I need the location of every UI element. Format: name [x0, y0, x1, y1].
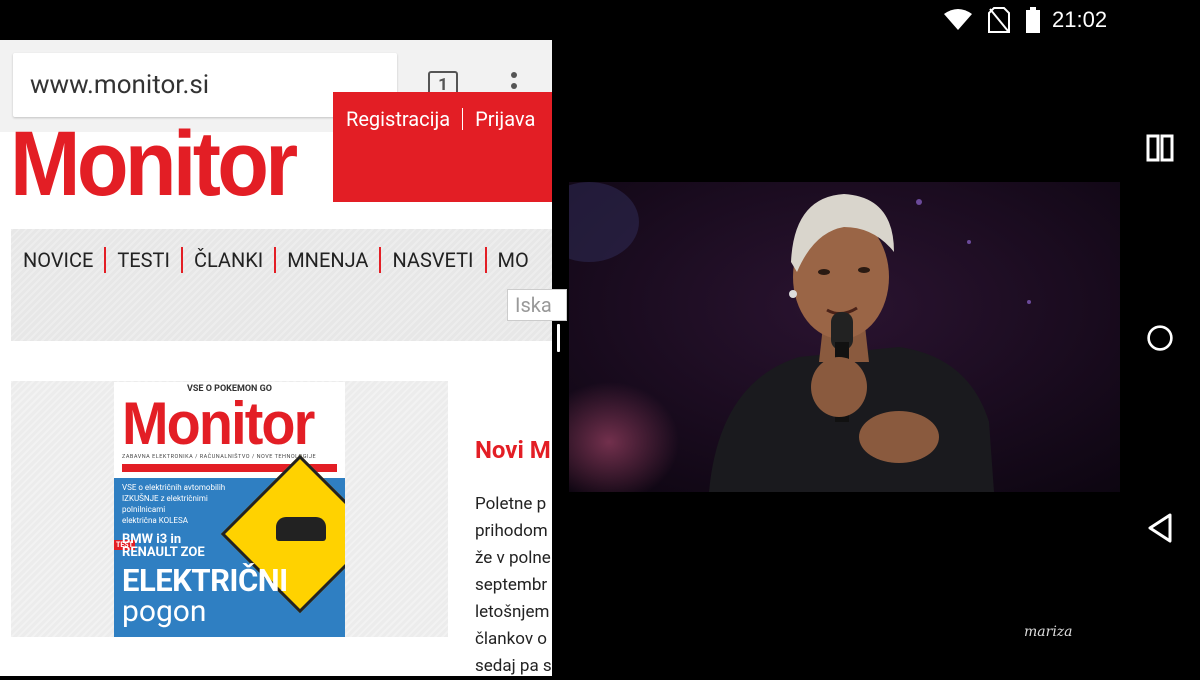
no-sim-icon: [988, 7, 1010, 33]
site-nav: NOVICE TESTI ČLANKI MNENJA NASVETI MO: [11, 229, 552, 341]
cover-lines: VSE o električnih avtomobilih IZKUŠNJE z…: [122, 483, 226, 525]
wifi-icon: [944, 9, 972, 30]
nav-item-more[interactable]: MO: [498, 248, 529, 272]
split-screen-handle[interactable]: [557, 324, 560, 352]
login-link[interactable]: Prijava: [475, 107, 535, 131]
cover-headline: ELEKTRIČNI: [122, 562, 288, 599]
system-nav-bar: [1120, 40, 1200, 676]
article-text: Poletne p prihodom že v polne septembr l…: [475, 494, 552, 676]
search-input[interactable]: Iska: [507, 289, 567, 321]
cover-subtitle: ZABAVNA ELEKTRONIKA / RAČUNALNIŠTVO / NO…: [122, 454, 317, 460]
nav-item-clanki[interactable]: ČLANKI: [194, 248, 263, 272]
site-logo[interactable]: Monitor: [10, 118, 298, 210]
back-icon[interactable]: [1146, 513, 1174, 543]
home-icon[interactable]: [1146, 324, 1174, 352]
cover-bmw: BMW i3 in RENAULT ZOE: [122, 532, 205, 560]
register-link[interactable]: Registracija: [346, 107, 450, 131]
article-title[interactable]: Novi M: [475, 436, 551, 464]
magazine-cover[interactable]: VSE O POKEMON GO Monitor ZABAVNA ELEKTRO…: [114, 382, 345, 637]
nav-item-testi[interactable]: TESTI: [117, 248, 170, 272]
nav-item-mnenja[interactable]: MNENJA: [287, 248, 368, 272]
recents-icon[interactable]: [1146, 134, 1174, 162]
video-player[interactable]: [569, 182, 1120, 492]
cover-headline-2: pogon: [122, 594, 207, 629]
nav-item-nasveti[interactable]: NASVETI: [392, 248, 473, 272]
status-bar: 21:02: [0, 0, 1200, 40]
nav-item-novice[interactable]: NOVICE: [23, 248, 93, 272]
video-watermark: mariza: [1024, 624, 1073, 640]
user-links: Registracija Prijava: [346, 107, 535, 131]
status-time: 21:02: [1052, 7, 1108, 32]
car-icon: [276, 517, 326, 541]
video-frame: [569, 182, 1120, 492]
battery-icon: [1026, 7, 1040, 33]
status-icons: 21:02: [944, 7, 1107, 33]
cover-logo: Monitor: [122, 390, 315, 457]
